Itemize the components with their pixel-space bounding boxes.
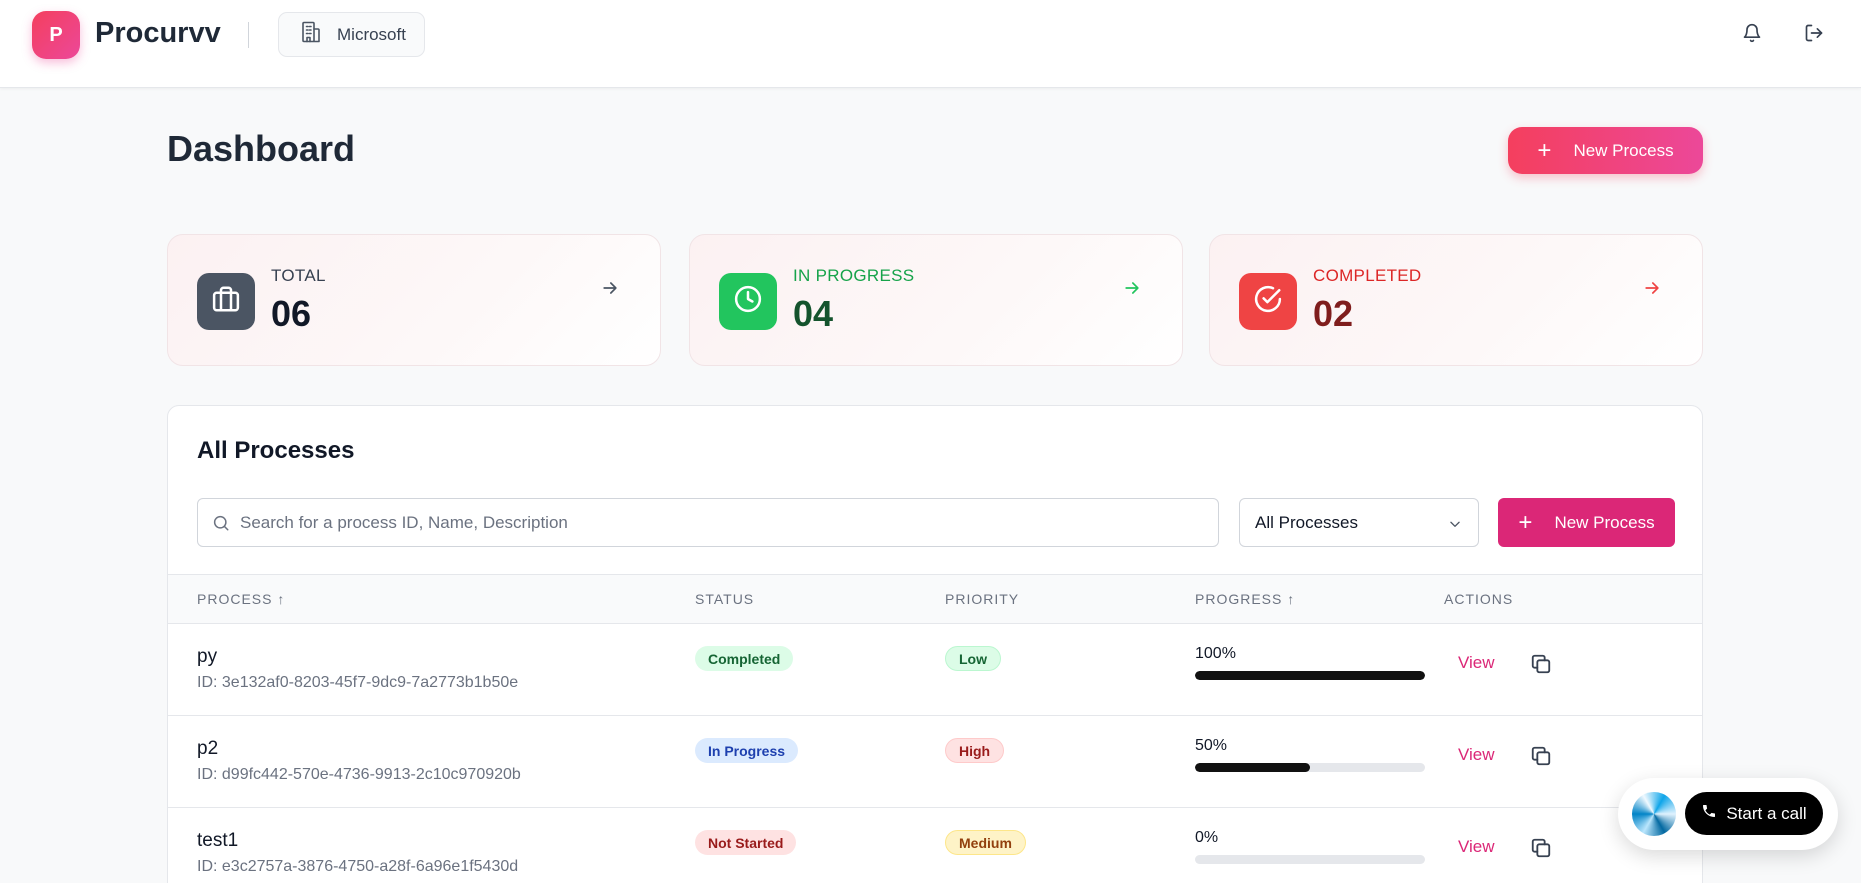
- progress-bar-fill: [1195, 763, 1310, 772]
- copy-button[interactable]: [1530, 653, 1554, 677]
- organization-name: Microsoft: [337, 24, 406, 44]
- logout-button[interactable]: [1799, 20, 1829, 50]
- check-circle-icon: [1253, 284, 1283, 319]
- building-icon: [299, 20, 323, 49]
- priority-badge: Medium: [945, 830, 1026, 855]
- stat-label: TOTAL: [271, 266, 326, 285]
- stat-card-completed[interactable]: COMPLETED 02: [1209, 234, 1703, 366]
- header-divider: [248, 22, 249, 48]
- new-process-button-header[interactable]: + New Process: [1508, 127, 1703, 174]
- table-row: py ID: 3e132af0-8203-45f7-9dc9-7a2773b1b…: [168, 624, 1702, 716]
- process-name: p2: [197, 738, 219, 759]
- priority-badge: Low: [945, 646, 1001, 671]
- column-header-progress[interactable]: PROGRESS ↑: [1195, 591, 1295, 607]
- process-name: py: [197, 646, 218, 667]
- search-input[interactable]: [240, 499, 1210, 546]
- copy-icon: [1530, 838, 1552, 863]
- plus-icon: +: [1537, 136, 1552, 164]
- copy-icon: [1530, 654, 1552, 679]
- logout-icon: [1804, 23, 1824, 48]
- panel-title: All Processes: [197, 437, 355, 464]
- assistant-orb-icon[interactable]: [1632, 792, 1676, 836]
- priority-badge: High: [945, 738, 1005, 763]
- progress-percent: 100%: [1195, 645, 1236, 662]
- start-call-button[interactable]: Start a call: [1685, 792, 1823, 835]
- bell-icon: [1742, 23, 1762, 48]
- view-link[interactable]: View: [1458, 745, 1495, 765]
- status-badge: Completed: [695, 646, 794, 671]
- plus-icon: +: [1518, 508, 1533, 536]
- processes-panel: All Processes All Processes + New Proces…: [167, 405, 1703, 883]
- progress-percent: 50%: [1195, 737, 1228, 754]
- table-header: PROCESS ↑ STATUS PRIORITY PROGRESS ↑ ACT…: [168, 574, 1702, 624]
- stat-icon-box: [1239, 273, 1297, 330]
- copy-icon: [1530, 746, 1552, 771]
- logo-badge[interactable]: P: [32, 11, 80, 59]
- arrow-right-icon: [600, 278, 620, 298]
- copy-button[interactable]: [1530, 745, 1554, 769]
- stat-label: COMPLETED: [1313, 266, 1422, 285]
- status-badge: In Progress: [695, 738, 799, 763]
- view-link[interactable]: View: [1458, 837, 1495, 857]
- page-title: Dashboard: [167, 128, 356, 169]
- stat-value: 04: [793, 293, 834, 334]
- clock-icon: [733, 284, 763, 319]
- arrow-right-icon: [1642, 278, 1662, 298]
- phone-icon: [1701, 803, 1717, 824]
- table-row: p2 ID: d99fc442-570e-4736-9913-2c10c9709…: [168, 716, 1702, 808]
- stat-icon-box: [197, 273, 255, 330]
- progress-percent: 0%: [1195, 829, 1219, 846]
- filter-selected-value: All Processes: [1255, 512, 1358, 532]
- column-header-actions: ACTIONS: [1444, 591, 1514, 607]
- column-header-process[interactable]: PROCESS ↑: [197, 591, 285, 607]
- process-filter-select[interactable]: All Processes: [1239, 498, 1479, 547]
- column-header-priority: PRIORITY: [945, 591, 1020, 607]
- process-id: ID: d99fc442-570e-4736-9913-2c10c970920b: [197, 766, 521, 783]
- start-call-label: Start a call: [1726, 803, 1807, 823]
- notifications-button[interactable]: [1737, 20, 1767, 50]
- organization-selector[interactable]: Microsoft: [278, 12, 425, 57]
- stat-label: IN PROGRESS: [793, 266, 915, 285]
- progress-bar: [1195, 855, 1425, 864]
- voice-call-widget: Start a call: [1618, 778, 1838, 850]
- top-navbar: P Procurvv Microsoft: [0, 0, 1861, 88]
- new-process-label: New Process: [1573, 140, 1674, 160]
- stat-card-in-progress[interactable]: IN PROGRESS 04: [689, 234, 1183, 366]
- search-box: [197, 498, 1219, 547]
- table-row: test1 ID: e3c2757a-3876-4750-a28f-6a96e1…: [168, 808, 1702, 883]
- copy-button[interactable]: [1530, 837, 1554, 861]
- progress-bar-fill: [1195, 671, 1425, 680]
- new-process-label: New Process: [1554, 512, 1655, 532]
- stat-value: 02: [1313, 293, 1354, 334]
- status-badge: Not Started: [695, 830, 797, 855]
- arrow-right-icon: [1122, 278, 1142, 298]
- process-id: ID: e3c2757a-3876-4750-a28f-6a96e1f5430d: [197, 858, 519, 875]
- progress-bar: [1195, 671, 1425, 680]
- view-link[interactable]: View: [1458, 653, 1495, 673]
- stat-card-total[interactable]: TOTAL 06: [167, 234, 661, 366]
- column-header-status: STATUS: [695, 591, 755, 607]
- progress-bar: [1195, 763, 1425, 772]
- stat-value: 06: [271, 293, 312, 334]
- process-id: ID: 3e132af0-8203-45f7-9dc9-7a2773b1b50e: [197, 674, 519, 691]
- briefcase-icon: [211, 284, 241, 319]
- new-process-button-panel[interactable]: + New Process: [1498, 498, 1675, 547]
- process-name: test1: [197, 830, 239, 851]
- brand-name: Procurvv: [95, 17, 221, 49]
- stat-icon-box: [719, 273, 777, 330]
